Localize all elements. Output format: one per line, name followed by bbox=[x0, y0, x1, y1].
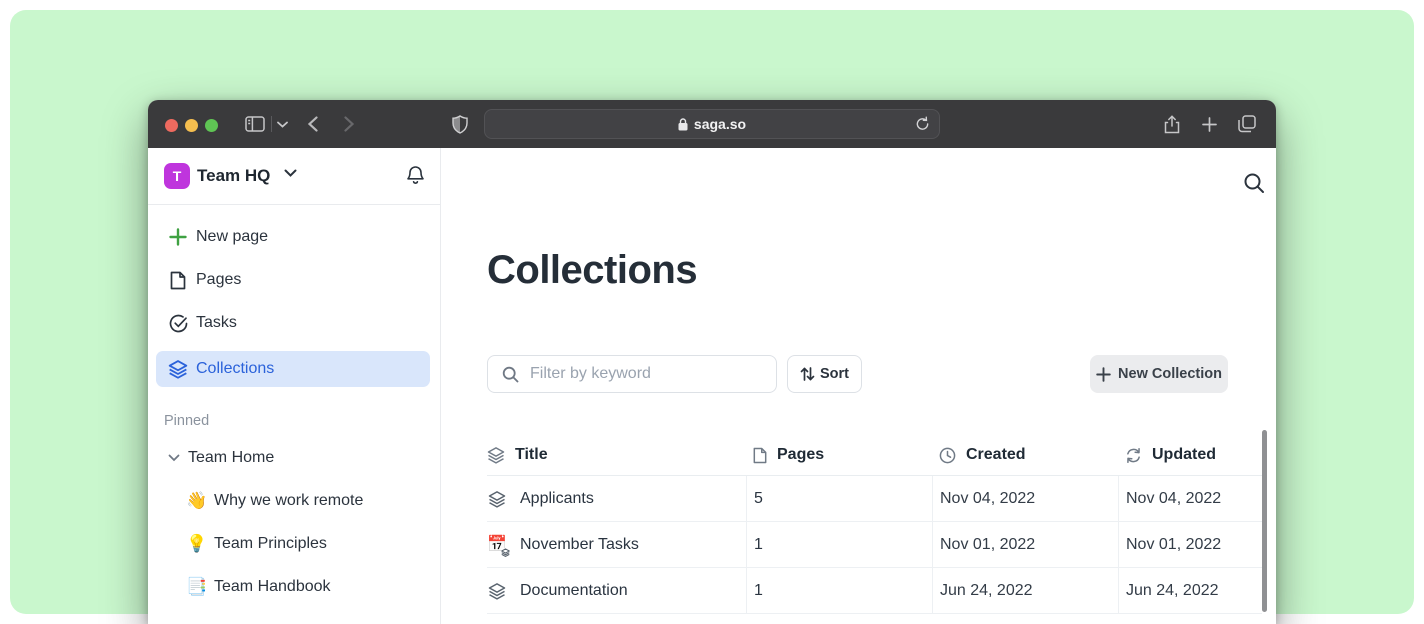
filter-input-wrapper bbox=[487, 355, 777, 393]
column-header-label: Pages bbox=[777, 446, 824, 464]
browser-window: saga.so T Team HQ bbox=[148, 100, 1276, 624]
share-icon[interactable] bbox=[1161, 100, 1183, 148]
vertical-scrollbar[interactable] bbox=[1262, 430, 1267, 612]
task-check-icon bbox=[168, 313, 188, 333]
sidebar-item-label: Pages bbox=[196, 271, 241, 289]
forward-icon[interactable] bbox=[339, 100, 359, 148]
workspace-chevron-down-icon[interactable] bbox=[284, 169, 297, 177]
new-collection-button[interactable]: New Collection bbox=[1090, 355, 1228, 393]
collection-title[interactable]: Applicants bbox=[520, 490, 594, 508]
column-header-label: Created bbox=[966, 446, 1026, 464]
calendar-emoji-icon: 📅 bbox=[487, 535, 507, 555]
column-header-label: Updated bbox=[1152, 446, 1216, 464]
sort-button[interactable]: Sort bbox=[787, 355, 862, 393]
reload-icon[interactable] bbox=[915, 116, 930, 132]
search-icon[interactable] bbox=[1243, 172, 1265, 194]
privacy-shield-icon[interactable] bbox=[448, 100, 472, 148]
close-window-button[interactable] bbox=[165, 119, 178, 132]
sidebar: T Team HQ New page bbox=[148, 148, 441, 624]
pinned-item-label: Why we work remote bbox=[214, 492, 363, 510]
sidebar-item-collections[interactable]: Collections bbox=[156, 351, 430, 387]
pages-count: 1 bbox=[746, 522, 932, 567]
table-row[interactable]: 📅 November Tasks 1 Nov 01, 2022 Nov 01, … bbox=[487, 522, 1262, 568]
filter-search-icon bbox=[502, 366, 519, 383]
pinned-item-team-handbook[interactable]: 📑 Team Handbook bbox=[148, 572, 440, 602]
refresh-icon bbox=[1125, 447, 1142, 464]
sort-button-label: Sort bbox=[820, 366, 849, 382]
created-date: Nov 01, 2022 bbox=[932, 522, 1118, 567]
column-header-label: Title bbox=[515, 446, 548, 464]
workspace-avatar[interactable]: T bbox=[164, 163, 190, 189]
column-header-pages[interactable]: Pages bbox=[746, 435, 932, 475]
back-icon[interactable] bbox=[303, 100, 323, 148]
column-header-updated[interactable]: Updated bbox=[1118, 435, 1262, 475]
pinned-item-label: Team Handbook bbox=[214, 578, 331, 596]
collections-table: Title Pages Created bbox=[487, 435, 1262, 614]
table-header-row: Title Pages Created bbox=[487, 435, 1262, 476]
table-row[interactable]: Documentation 1 Jun 24, 2022 Jun 24, 202… bbox=[487, 568, 1262, 614]
sidebar-nav: New page Pages Tasks bbox=[148, 205, 440, 387]
filter-input[interactable] bbox=[530, 357, 770, 391]
filter-row: Sort New Collection bbox=[441, 355, 1276, 393]
sidebar-dropdown-chevron-icon[interactable] bbox=[274, 100, 290, 148]
layers-badge-icon bbox=[501, 548, 510, 557]
tab-overview-icon[interactable] bbox=[1235, 100, 1259, 148]
minimize-window-button[interactable] bbox=[185, 119, 198, 132]
plus-icon bbox=[168, 227, 188, 247]
new-collection-button-label: New Collection bbox=[1118, 366, 1222, 382]
pinned-item-label: Team Home bbox=[188, 449, 274, 467]
light-bulb-emoji-icon: 💡 bbox=[186, 534, 208, 554]
waving-hand-emoji-icon: 👋 bbox=[186, 491, 208, 511]
clock-icon bbox=[939, 447, 956, 464]
bookmark-tabs-emoji-icon: 📑 bbox=[186, 577, 208, 597]
pinned-section-label: Pinned bbox=[164, 413, 209, 429]
table-row[interactable]: Applicants 5 Nov 04, 2022 Nov 04, 2022 bbox=[487, 476, 1262, 522]
page-icon bbox=[753, 447, 767, 464]
screenshot-stage: saga.so T Team HQ bbox=[0, 0, 1424, 624]
column-header-title[interactable]: Title bbox=[487, 435, 746, 475]
pinned-item-why-we-work-remote[interactable]: 👋 Why we work remote bbox=[148, 486, 440, 516]
page-title: Collections bbox=[487, 248, 697, 293]
updated-date: Nov 01, 2022 bbox=[1118, 522, 1262, 567]
main-content: Collections Sort New Collection bbox=[441, 148, 1276, 624]
pages-count: 1 bbox=[746, 568, 932, 613]
collections-layers-icon bbox=[168, 359, 188, 379]
lock-icon bbox=[678, 118, 688, 131]
zoom-window-button[interactable] bbox=[205, 119, 218, 132]
sidebar-item-tasks[interactable]: Tasks bbox=[156, 308, 430, 338]
pinned-item-label: Team Principles bbox=[214, 535, 327, 553]
sidebar-toggle-icon[interactable] bbox=[242, 100, 268, 148]
sidebar-item-label: Collections bbox=[196, 360, 274, 378]
created-date: Nov 04, 2022 bbox=[932, 476, 1118, 521]
sidebar-item-label: New page bbox=[196, 228, 268, 246]
notifications-bell-icon[interactable] bbox=[406, 165, 425, 186]
toolbar-divider bbox=[271, 116, 272, 132]
collection-title[interactable]: Documentation bbox=[520, 582, 628, 600]
pinned-tree: Team Home 👋 Why we work remote 💡 Team Pr… bbox=[148, 443, 440, 615]
browser-toolbar: saga.so bbox=[148, 100, 1276, 148]
workspace-name[interactable]: Team HQ bbox=[197, 166, 270, 186]
sidebar-item-new-page[interactable]: New page bbox=[156, 222, 430, 252]
layers-icon bbox=[487, 446, 505, 464]
page-icon bbox=[168, 270, 188, 290]
sort-arrows-icon bbox=[800, 366, 815, 382]
plus-icon bbox=[1096, 367, 1111, 382]
pages-count: 5 bbox=[746, 476, 932, 521]
column-header-created[interactable]: Created bbox=[932, 435, 1118, 475]
sidebar-item-label: Tasks bbox=[196, 314, 237, 332]
updated-date: Nov 04, 2022 bbox=[1118, 476, 1262, 521]
layers-icon bbox=[487, 490, 507, 508]
created-date: Jun 24, 2022 bbox=[932, 568, 1118, 613]
collection-title[interactable]: November Tasks bbox=[520, 536, 639, 554]
address-bar[interactable]: saga.so bbox=[484, 109, 940, 139]
layers-icon bbox=[487, 582, 507, 600]
updated-date: Jun 24, 2022 bbox=[1118, 568, 1262, 613]
url-text: saga.so bbox=[694, 116, 746, 132]
pinned-item-team-home[interactable]: Team Home bbox=[148, 443, 440, 473]
sidebar-item-pages[interactable]: Pages bbox=[156, 265, 430, 295]
new-tab-icon[interactable] bbox=[1198, 100, 1220, 148]
pinned-item-team-principles[interactable]: 💡 Team Principles bbox=[148, 529, 440, 559]
workspace-header: T Team HQ bbox=[148, 148, 440, 205]
expand-chevron-down-icon[interactable] bbox=[168, 454, 180, 462]
